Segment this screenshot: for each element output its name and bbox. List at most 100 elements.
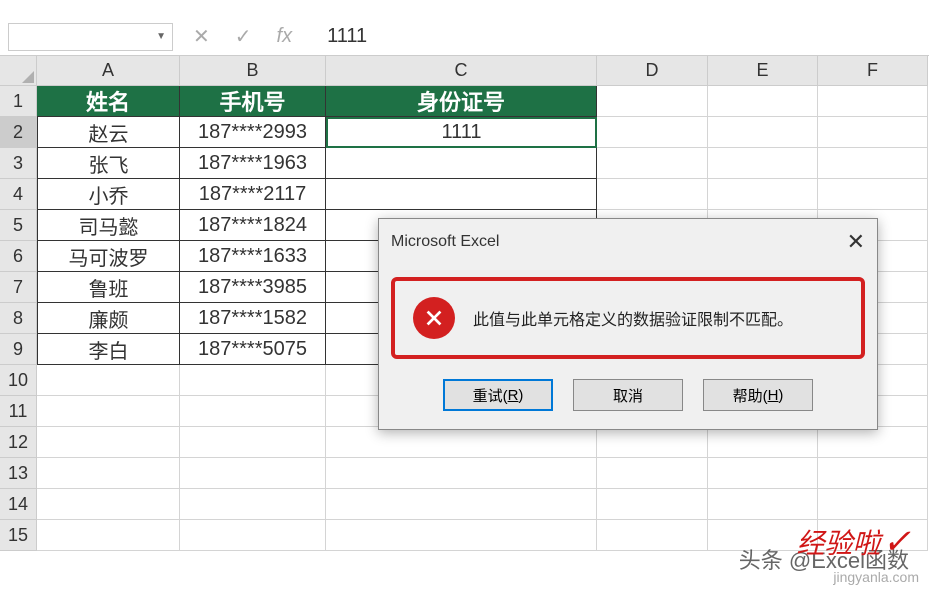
row-header-12[interactable]: 12 <box>0 427 37 458</box>
cell[interactable] <box>708 117 818 148</box>
cell[interactable] <box>708 179 818 210</box>
cell-phone[interactable]: 187****2117 <box>180 179 326 210</box>
row-header-3[interactable]: 3 <box>0 148 37 179</box>
cell-name[interactable]: 张飞 <box>37 148 180 179</box>
cell[interactable] <box>37 520 180 551</box>
enter-icon[interactable]: ✓ <box>235 24 252 49</box>
col-header-A[interactable]: A <box>37 56 180 86</box>
row-header-4[interactable]: 4 <box>0 179 37 210</box>
cell-phone[interactable]: 187****1582 <box>180 303 326 334</box>
cell[interactable] <box>597 179 708 210</box>
row-header-9[interactable]: 9 <box>0 334 37 365</box>
select-all-corner[interactable] <box>0 56 37 86</box>
formula-input[interactable]: 1111 <box>327 25 367 48</box>
row-header-5[interactable]: 5 <box>0 210 37 241</box>
row-header-13[interactable]: 13 <box>0 458 37 489</box>
cell[interactable] <box>818 458 928 489</box>
cell[interactable] <box>708 427 818 458</box>
header-name[interactable]: 姓名 <box>37 86 180 117</box>
cell[interactable] <box>818 86 928 117</box>
cell-id[interactable] <box>326 148 597 179</box>
cell[interactable] <box>326 458 597 489</box>
cell-name[interactable]: 小乔 <box>37 179 180 210</box>
cell[interactable] <box>597 489 708 520</box>
cancel-button[interactable]: 取消 <box>573 379 683 411</box>
cell-name[interactable]: 马可波罗 <box>37 241 180 272</box>
row-header-15[interactable]: 15 <box>0 520 37 551</box>
cell-phone[interactable]: 187****1824 <box>180 210 326 241</box>
cell[interactable] <box>597 148 708 179</box>
table-row: 14 <box>0 489 929 520</box>
cell-id[interactable] <box>326 179 597 210</box>
name-box[interactable]: ▼ <box>8 23 173 51</box>
help-button[interactable]: 帮助(H) <box>703 379 813 411</box>
cell[interactable] <box>708 86 818 117</box>
row-header-11[interactable]: 11 <box>0 396 37 427</box>
row-header-7[interactable]: 7 <box>0 272 37 303</box>
cell-name[interactable]: 司马懿 <box>37 210 180 241</box>
cell[interactable] <box>180 489 326 520</box>
cell[interactable] <box>326 427 597 458</box>
col-header-F[interactable]: F <box>818 56 928 86</box>
cell-name[interactable]: 李白 <box>37 334 180 365</box>
table-row: 1 姓名 手机号 身份证号 <box>0 86 929 117</box>
cell-phone[interactable]: 187****2993 <box>180 117 326 148</box>
formula-bar-buttons: ✕ ✓ fx <box>193 24 292 49</box>
cell[interactable] <box>597 427 708 458</box>
cell-phone[interactable]: 187****1963 <box>180 148 326 179</box>
cell[interactable] <box>180 458 326 489</box>
cell[interactable] <box>597 117 708 148</box>
cell[interactable] <box>180 520 326 551</box>
table-row: 13 <box>0 458 929 489</box>
cell[interactable] <box>708 458 818 489</box>
cell[interactable] <box>37 396 180 427</box>
cell-phone[interactable]: 187****3985 <box>180 272 326 303</box>
cell[interactable] <box>818 489 928 520</box>
cell-name[interactable]: 廉颇 <box>37 303 180 334</box>
row-header-6[interactable]: 6 <box>0 241 37 272</box>
cell[interactable] <box>708 489 818 520</box>
cell-phone[interactable]: 187****1633 <box>180 241 326 272</box>
name-box-dropdown-icon[interactable]: ▼ <box>150 27 172 46</box>
cell[interactable] <box>37 427 180 458</box>
col-header-C[interactable]: C <box>326 56 597 86</box>
dialog-buttons: 重试(R) 取消 帮助(H) <box>379 371 877 429</box>
cell[interactable] <box>818 179 928 210</box>
row-header-10[interactable]: 10 <box>0 365 37 396</box>
retry-button[interactable]: 重试(R) <box>443 379 553 411</box>
header-id[interactable]: 身份证号 <box>326 86 597 117</box>
cell[interactable] <box>326 489 597 520</box>
row-header-14[interactable]: 14 <box>0 489 37 520</box>
close-icon[interactable]: ✕ <box>847 229 865 255</box>
cell-phone[interactable]: 187****5075 <box>180 334 326 365</box>
cell[interactable] <box>597 458 708 489</box>
cell-name[interactable]: 赵云 <box>37 117 180 148</box>
cancel-icon[interactable]: ✕ <box>193 24 210 49</box>
cell[interactable] <box>37 458 180 489</box>
cell[interactable] <box>180 365 326 396</box>
cell[interactable] <box>37 489 180 520</box>
cell[interactable] <box>326 520 597 551</box>
cell[interactable] <box>597 86 708 117</box>
cell[interactable] <box>708 148 818 179</box>
cell-name[interactable]: 鲁班 <box>37 272 180 303</box>
dialog-titlebar[interactable]: Microsoft Excel ✕ <box>379 219 877 265</box>
row-header-1[interactable]: 1 <box>0 86 37 117</box>
cell[interactable] <box>597 520 708 551</box>
cell[interactable] <box>818 148 928 179</box>
fx-icon[interactable]: fx <box>277 25 293 48</box>
cell-id-active[interactable]: 1111 <box>326 117 597 148</box>
cell[interactable] <box>818 427 928 458</box>
header-phone[interactable]: 手机号 <box>180 86 326 117</box>
watermark-logo: 经验啦✓ <box>796 522 911 562</box>
cell[interactable] <box>180 396 326 427</box>
row-header-2[interactable]: 2 <box>0 117 37 148</box>
col-header-D[interactable]: D <box>597 56 708 86</box>
col-header-B[interactable]: B <box>180 56 326 86</box>
cell[interactable] <box>818 117 928 148</box>
cell[interactable] <box>37 365 180 396</box>
row-header-8[interactable]: 8 <box>0 303 37 334</box>
error-icon <box>413 297 455 339</box>
col-header-E[interactable]: E <box>708 56 818 86</box>
cell[interactable] <box>180 427 326 458</box>
